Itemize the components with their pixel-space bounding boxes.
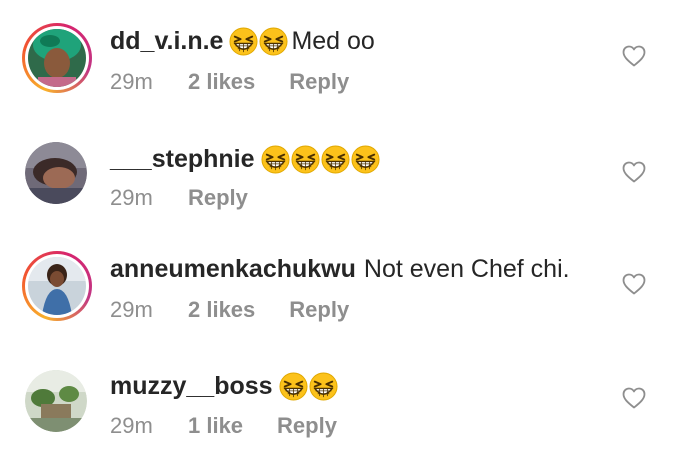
heart-outline-icon[interactable]: [622, 161, 646, 183]
reply-button[interactable]: Reply: [188, 185, 248, 211]
grinning-squinting-face-icon: [320, 144, 350, 174]
comment-meta: 29m Reply: [110, 184, 248, 212]
timestamp: 29m: [110, 69, 153, 94]
reply-button[interactable]: Reply: [289, 297, 349, 323]
grinning-squinting-face-icon: [260, 144, 290, 174]
reply-button[interactable]: Reply: [289, 69, 349, 95]
grinning-squinting-face-icon: [350, 144, 380, 174]
comment-item: ___stephnie 29m Reply: [0, 114, 681, 228]
heart-outline-icon[interactable]: [622, 45, 646, 67]
comment-item: dd_v.i.n.e Med oo 29m 2 likes Reply: [0, 0, 681, 114]
avatar[interactable]: [22, 23, 92, 93]
heart-outline-icon[interactable]: [622, 387, 646, 409]
avatar-photo: [28, 29, 86, 87]
avatar[interactable]: [25, 142, 87, 204]
comment-item: anneumenkachukwu Not even Chef chi. 29m …: [0, 228, 681, 342]
comment-text: Med oo: [291, 26, 375, 55]
grinning-squinting-face-icon: [259, 26, 288, 56]
comment-meta: 29m 2 likes Reply: [110, 68, 349, 96]
comment-line: ___stephnie: [110, 143, 381, 175]
comment-line: anneumenkachukwu Not even Chef chi.: [110, 253, 570, 285]
timestamp: 29m: [110, 413, 153, 438]
avatar[interactable]: [25, 370, 87, 432]
comment-text: Not even Chef chi.: [363, 254, 570, 283]
username[interactable]: ___stephnie: [110, 145, 255, 174]
grinning-squinting-face-icon: [279, 371, 308, 401]
comment-meta: 29m 2 likes Reply: [110, 296, 349, 324]
grinning-squinting-face-icon: [309, 371, 338, 401]
username[interactable]: dd_v.i.n.e: [110, 27, 223, 56]
likes-count[interactable]: 1 like: [188, 413, 243, 439]
grinning-squinting-face-icon: [290, 144, 320, 174]
avatar-photo: [25, 370, 87, 432]
comment-line: dd_v.i.n.e Med oo: [110, 25, 375, 57]
likes-count[interactable]: 2 likes: [188, 69, 255, 95]
comment-meta: 29m 1 like Reply: [110, 412, 337, 440]
username[interactable]: anneumenkachukwu: [110, 255, 356, 284]
timestamp: 29m: [110, 297, 153, 322]
comment-line: muzzy__boss: [110, 370, 339, 402]
likes-count[interactable]: 2 likes: [188, 297, 255, 323]
username[interactable]: muzzy__boss: [110, 372, 273, 401]
avatar-photo: [25, 142, 87, 204]
timestamp: 29m: [110, 185, 153, 210]
comment-item: muzzy__boss 29m 1 like Reply: [0, 342, 681, 456]
avatar-photo: [28, 257, 86, 315]
grinning-squinting-face-icon: [229, 26, 258, 56]
reply-button[interactable]: Reply: [277, 413, 337, 439]
avatar[interactable]: [22, 251, 92, 321]
heart-outline-icon[interactable]: [622, 273, 646, 295]
